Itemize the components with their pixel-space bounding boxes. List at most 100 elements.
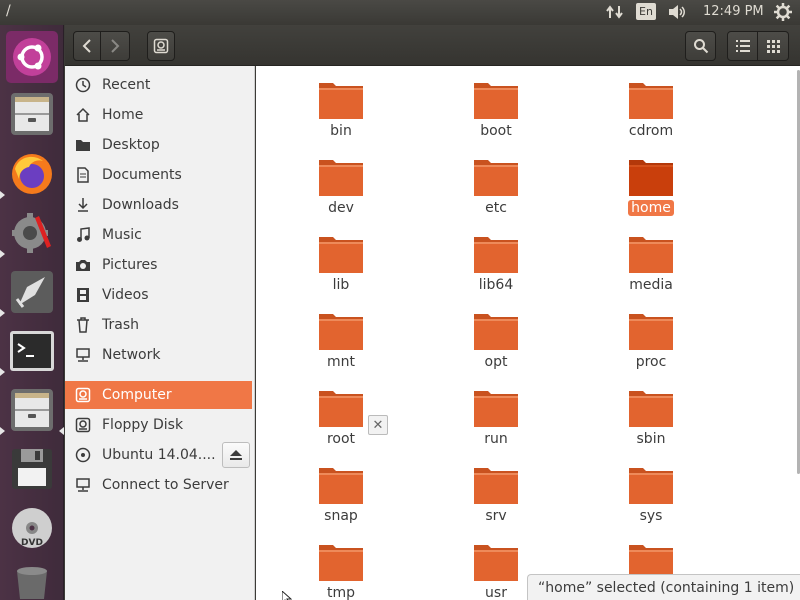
document-icon [75,167,91,183]
folder-label: usr [485,585,507,600]
folder-srv[interactable]: srv [436,451,556,525]
folder-label: lib64 [478,277,514,293]
folder-opt[interactable]: opt [436,297,556,371]
sidebar-item-label: Floppy Disk [102,417,184,433]
folder-label: cdrom [628,123,674,139]
folder-icon [474,83,518,119]
folder-label: bin [330,123,352,139]
folder-icon [474,468,518,504]
sidebar-item-label: Connect to Server [102,477,229,493]
folder-lib[interactable]: lib [281,220,401,294]
folder-icon [474,314,518,350]
folder-media[interactable]: media [591,220,711,294]
folder-icon [629,468,673,504]
folder-mnt[interactable]: mnt [281,297,401,371]
folder-icon [474,391,518,427]
folder-icon [319,83,363,119]
sidebar-item-trash[interactable]: Trash [65,311,255,339]
folder-run[interactable]: run [436,374,556,448]
sidebar-item-desktop[interactable]: Desktop [65,131,255,159]
ubuntu-logo-icon[interactable] [6,31,58,83]
search-button[interactable] [685,31,716,61]
rocket-icon[interactable] [6,266,58,318]
sidebar-item-computer[interactable]: Computer [65,381,252,409]
folder-icon [629,160,673,196]
file-cabinet-icon[interactable] [6,88,58,140]
volume-icon[interactable] [668,4,688,24]
folder-bin[interactable]: bin [281,66,401,140]
computer-icon [75,387,91,403]
computer-location-button[interactable] [147,31,175,61]
window-title: / [6,3,11,19]
folder-home[interactable]: home [591,143,711,217]
folder-label: opt [484,354,508,370]
folder-lib64[interactable]: lib64 [436,220,556,294]
trash-icon [75,317,91,333]
folder-root[interactable]: ✕ root [281,374,401,448]
sidebar-item-floppy[interactable]: Floppy Disk [65,411,255,439]
folder-snap[interactable]: snap [281,451,401,525]
folder-icon [629,237,673,273]
folder-label: lib [332,277,350,293]
folder-tmp[interactable]: tmp [281,528,401,600]
sidebar-item-label: Documents [102,167,182,183]
dvd-icon[interactable]: DVD [6,502,58,554]
trash-icon[interactable] [6,555,58,600]
mouse-cursor-icon [281,589,293,600]
folder-proc[interactable]: proc [591,297,711,371]
folder-sys[interactable]: sys [591,451,711,525]
network-icon [75,347,91,363]
folder-icon [319,160,363,196]
gear-icon[interactable] [774,3,792,23]
folder-etc[interactable]: etc [436,143,556,217]
grid-view-button[interactable] [758,31,789,61]
folder-sbin[interactable]: sbin [591,374,711,448]
file-grid: bin boot cdrom dev etc home lib lib64 media mnt op… [256,66,800,600]
eject-button[interactable] [222,442,250,468]
list-view-button[interactable] [727,31,758,61]
floppy-disk-icon[interactable] [6,443,58,495]
folder-dev[interactable]: dev [281,143,401,217]
terminal-icon[interactable] [6,325,58,377]
keyboard-indicator[interactable]: En [636,3,656,23]
sidebar-splitter[interactable] [254,66,255,600]
folder-boot[interactable]: boot [436,66,556,140]
file-cabinet-icon[interactable] [6,384,58,436]
sidebar-item-documents[interactable]: Documents [65,161,255,189]
back-button[interactable] [73,31,101,61]
sidebar-item-label: Trash [102,317,139,333]
sidebar-item-label: Network [102,347,161,363]
folder-label: mnt [327,354,355,370]
folder-icon [319,545,363,581]
folder-icon [319,468,363,504]
download-icon [75,197,91,213]
folder-icon [629,391,673,427]
sidebar-item-label: Ubuntu 14.04.... [102,447,216,463]
svg-text:DVD: DVD [21,538,43,548]
folder-label: proc [635,354,667,370]
clock[interactable]: 12:49 PM [703,4,764,24]
folder-label: media [629,277,673,293]
settings-wrench-icon[interactable] [6,207,58,259]
sidebar-item-network[interactable]: Network [65,341,255,369]
server-icon [75,477,91,493]
forward-button[interactable] [101,31,130,61]
firefox-icon[interactable] [6,148,58,200]
folder-label: sbin [636,431,666,447]
folder-icon [319,237,363,273]
sidebar-item-music[interactable]: Music [65,221,255,249]
folder-label: boot [480,123,512,139]
home-icon [75,107,91,123]
folder-label: sys [639,508,663,524]
sidebar-item-label: Recent [102,77,151,93]
sidebar-item-recent[interactable]: Recent [65,71,255,99]
folder-cdrom[interactable]: cdrom [591,66,711,140]
sidebar-item-connect-server[interactable]: Connect to Server [65,471,255,499]
sidebar-item-pictures[interactable]: Pictures [65,251,255,279]
sidebar-item-label: Music [102,227,142,243]
sidebar-item-videos[interactable]: Videos [65,281,255,309]
network-arrows-icon[interactable] [606,4,624,24]
sidebar-item-home[interactable]: Home [65,101,255,129]
sidebar: Recent Home Desktop Documents Downloads … [65,66,255,600]
sidebar-item-downloads[interactable]: Downloads [65,191,255,219]
